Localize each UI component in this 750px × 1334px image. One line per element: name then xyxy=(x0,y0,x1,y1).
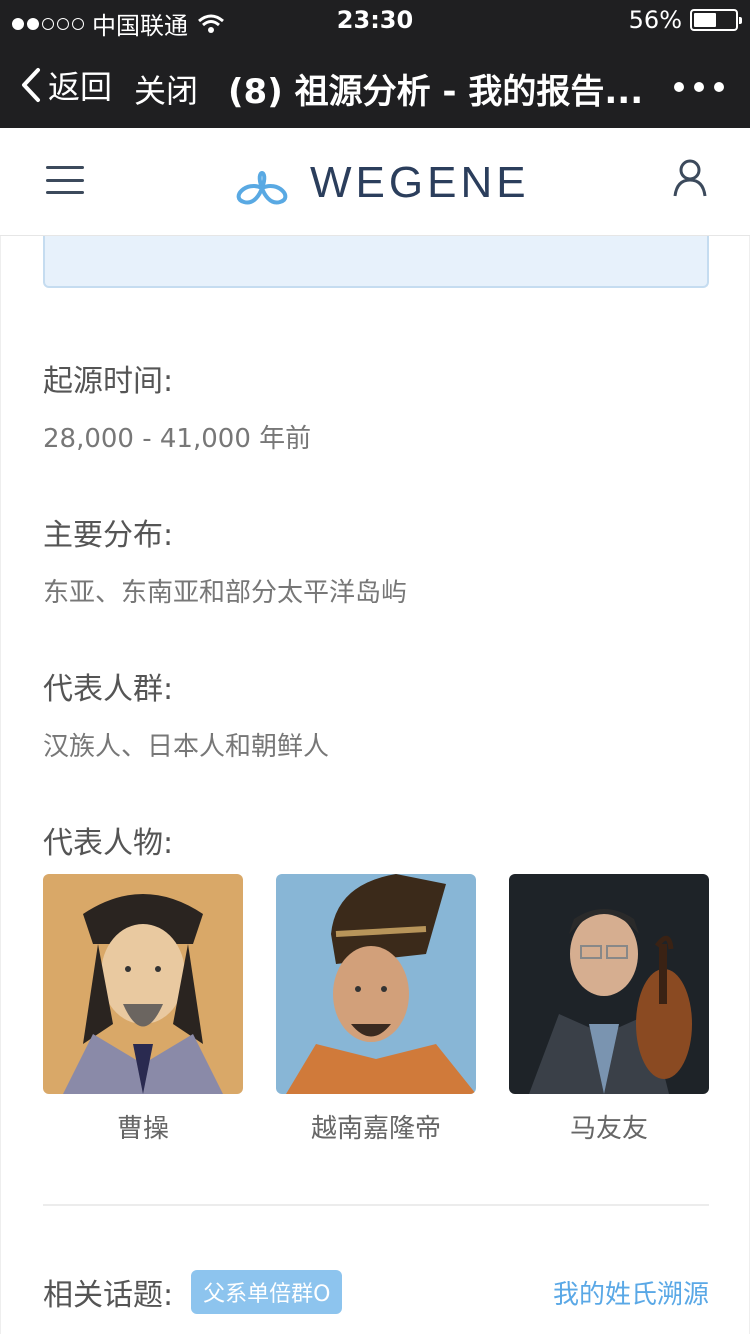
origin-time-value: 28,000 - 41,000 年前 xyxy=(43,424,312,454)
figure-name: 越南嘉隆帝 xyxy=(310,1114,441,1144)
figure-card[interactable]: 越南嘉隆帝 xyxy=(276,874,476,1145)
site-header: WEGENE xyxy=(0,128,750,236)
population-section: 代表人群: 汉族人、日本人和朝鲜人 xyxy=(43,664,329,763)
nav-bar: 返回 关闭 (8) 祖源分析 - 我的报告... xyxy=(0,40,750,128)
battery-icon xyxy=(690,9,742,31)
figures-section: 代表人物: xyxy=(43,818,173,880)
distribution-section: 主要分布: 东亚、东南亚和部分太平洋岛屿 xyxy=(43,510,407,609)
figure-portrait xyxy=(276,874,476,1094)
logo-text: WEGENE xyxy=(310,158,530,207)
figure-name: 马友友 xyxy=(569,1114,648,1144)
main-content: 起源时间: 28,000 - 41,000 年前 主要分布: 东亚、东南亚和部分… xyxy=(0,236,750,1334)
origin-time-label: 起源时间: xyxy=(43,364,174,399)
back-button[interactable]: 返回 xyxy=(20,62,112,108)
haplogroup-map-panel xyxy=(43,236,709,288)
topic-tag[interactable]: 父系单倍群O xyxy=(191,1270,343,1314)
figure-name: 曹操 xyxy=(116,1114,169,1144)
back-label: 返回 xyxy=(48,68,113,106)
chevron-left-icon xyxy=(22,68,40,102)
section-divider xyxy=(43,1204,709,1206)
figures-list: 曹操 越南嘉隆帝 马友友 xyxy=(43,874,709,1145)
population-value: 汉族人、日本人和朝鲜人 xyxy=(43,732,330,762)
figures-label: 代表人物: xyxy=(43,826,174,861)
logo-mark-icon xyxy=(236,171,288,205)
wegene-logo[interactable]: WEGENE xyxy=(226,158,530,208)
figure-portrait xyxy=(509,874,709,1094)
related-topics: 相关话题: 父系单倍群O 我的姓氏溯源 xyxy=(43,1268,709,1316)
hamburger-menu-icon[interactable] xyxy=(46,166,84,194)
related-topics-label: 相关话题: xyxy=(43,1278,174,1313)
battery-percent: 56% xyxy=(628,6,682,34)
more-options-icon[interactable] xyxy=(674,82,724,92)
close-button[interactable]: 关闭 xyxy=(134,66,198,112)
figure-portrait xyxy=(43,874,243,1094)
distribution-label: 主要分布: xyxy=(43,518,174,553)
distribution-value: 东亚、东南亚和部分太平洋岛屿 xyxy=(43,578,408,608)
figure-card[interactable]: 马友友 xyxy=(509,874,709,1145)
surname-origin-link[interactable]: 我的姓氏溯源 xyxy=(553,1274,709,1311)
origin-time-section: 起源时间: 28,000 - 41,000 年前 xyxy=(43,356,311,455)
user-icon[interactable] xyxy=(672,158,708,198)
figure-card[interactable]: 曹操 xyxy=(43,874,243,1145)
page-title: (8) 祖源分析 - 我的报告... xyxy=(228,72,644,112)
population-label: 代表人群: xyxy=(43,672,174,707)
status-bar: 中国联通 23:30 56% xyxy=(0,0,750,40)
